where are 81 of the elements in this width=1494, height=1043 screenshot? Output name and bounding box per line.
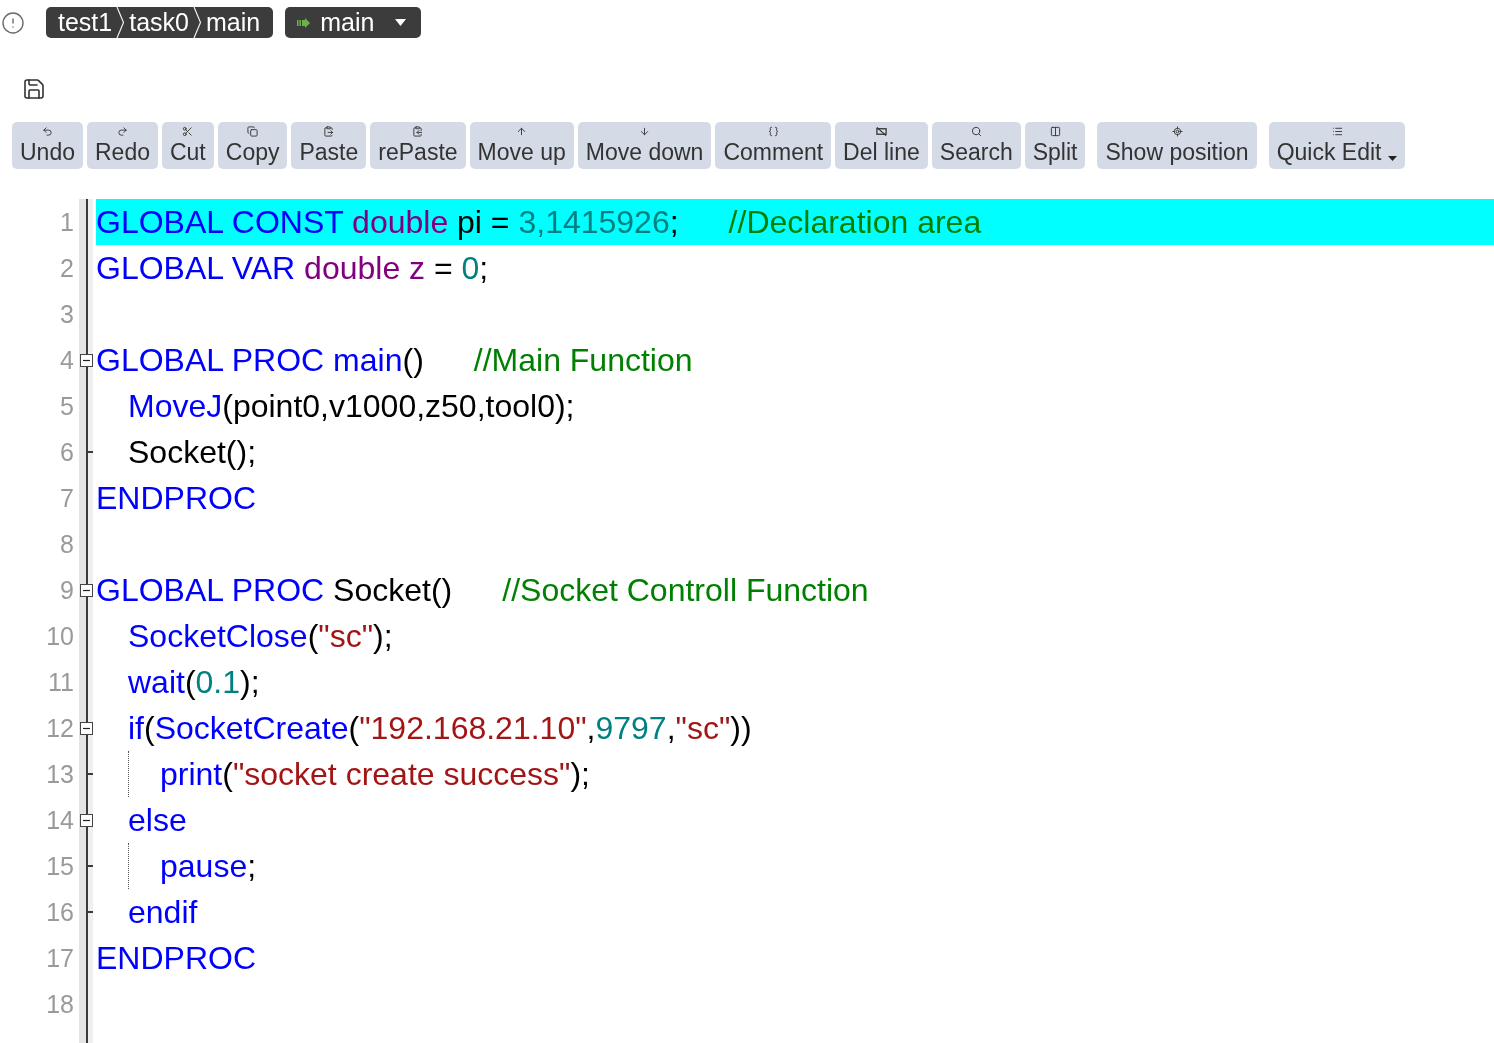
line-number: 16 (46, 899, 74, 925)
line-number: 12 (46, 715, 74, 741)
line-number: 2 (60, 255, 74, 281)
line-number: 11 (48, 669, 74, 695)
code-text: endif (128, 893, 198, 932)
search-icon (970, 126, 982, 137)
code-text: GLOBAL PROC Socket() (96, 571, 453, 610)
chevron-separator-icon (116, 7, 126, 38)
fold-toggle-icon[interactable] (79, 583, 93, 597)
fold-toggle-icon[interactable] (79, 721, 93, 735)
breadcrumb-item[interactable]: test1 (58, 7, 113, 38)
toolbar-button[interactable]: Search (931, 122, 1021, 169)
crossed-rectangle-icon (875, 126, 887, 137)
code-text: MoveJ(point0,v1000,z50,tool0); (128, 387, 575, 426)
line-number: 1 (60, 209, 74, 235)
fold-toggle-icon[interactable] (79, 813, 93, 827)
toolbar-button[interactable]: Paste (291, 122, 367, 169)
copy-icon (247, 126, 259, 137)
code-comment: //Socket Controll Function (502, 571, 869, 610)
indent-guide (128, 843, 129, 889)
paste-icon (323, 126, 335, 137)
line-number: 18 (46, 991, 74, 1017)
code-text: wait(0.1); (128, 663, 260, 702)
line-number: 10 (46, 623, 74, 649)
caret-down-icon (1388, 156, 1398, 161)
breadcrumb-item[interactable]: task0 (129, 7, 189, 38)
chevron-separator-icon (192, 7, 202, 38)
toolbar-button[interactable]: Split (1024, 122, 1086, 169)
columns-icon (1049, 126, 1061, 137)
code-text: GLOBAL PROC main() (96, 341, 424, 380)
caret-down-icon (395, 19, 407, 26)
line-number: 4 (60, 347, 74, 373)
arrow-up-icon (516, 126, 528, 137)
code-text: ENDPROC (96, 479, 256, 518)
undo-icon (42, 126, 53, 137)
line-number: 7 (60, 485, 74, 511)
code-comment: //Declaration area (728, 203, 982, 242)
line-number: 8 (60, 531, 74, 557)
toolbar-button[interactable]: Copy (217, 122, 288, 169)
toolbar-button[interactable]: Del line (835, 122, 928, 169)
line-number: 6 (60, 439, 74, 465)
indent-guide (128, 751, 129, 797)
line-number: 13 (46, 761, 74, 787)
play-arrow-icon (297, 17, 311, 28)
arrow-down-icon (639, 126, 651, 137)
toolbar-button[interactable]: Comment (715, 122, 832, 169)
line-number: 17 (46, 945, 74, 971)
braces-icon (767, 126, 779, 137)
save-icon[interactable] (22, 77, 46, 101)
toolbar-button[interactable]: Undo (12, 122, 83, 169)
code-text: GLOBAL VAR double z = 0; (96, 249, 489, 288)
line-number: 14 (46, 807, 74, 833)
code-text: else (128, 801, 187, 840)
line-number: 3 (60, 301, 74, 327)
scissors-icon (182, 126, 194, 137)
code-comment: //Main Function (473, 341, 693, 380)
toolbar-button[interactable]: Quick Edit (1268, 122, 1406, 169)
breadcrumb-item[interactable]: main (205, 7, 261, 38)
toolbar-button[interactable]: rePaste (370, 122, 466, 169)
code-text: ENDPROC (96, 939, 256, 978)
toolbar-button[interactable]: Move up (469, 122, 574, 169)
fold-toggle-icon[interactable] (79, 353, 93, 367)
target-icon (1171, 126, 1183, 137)
toolbar-button[interactable]: Cut (161, 122, 214, 169)
toolbar-button[interactable]: Move down (577, 122, 712, 169)
code-text: Socket(); (128, 433, 257, 472)
routine-dropdown[interactable]: main (285, 7, 422, 38)
clipboard-icon (412, 126, 424, 137)
code-text: if(SocketCreate("192.168.21.10",9797,"sc")) (128, 709, 752, 748)
code-text: print("socket create success"); (160, 755, 590, 794)
code-text: SocketClose("sc"); (128, 617, 393, 656)
line-number: 15 (46, 853, 74, 879)
toolbar-button[interactable]: Redo (87, 122, 158, 169)
list-icon (1331, 126, 1343, 137)
line-number: 5 (60, 393, 74, 419)
line-number: 9 (60, 577, 74, 603)
code-text: pause; (160, 847, 257, 886)
alert-icon (1, 10, 25, 35)
toolbar-button[interactable]: Show position (1097, 122, 1257, 169)
code-text: GLOBAL CONST double pi = 3,1415926; (96, 203, 679, 242)
redo-icon (116, 126, 128, 137)
